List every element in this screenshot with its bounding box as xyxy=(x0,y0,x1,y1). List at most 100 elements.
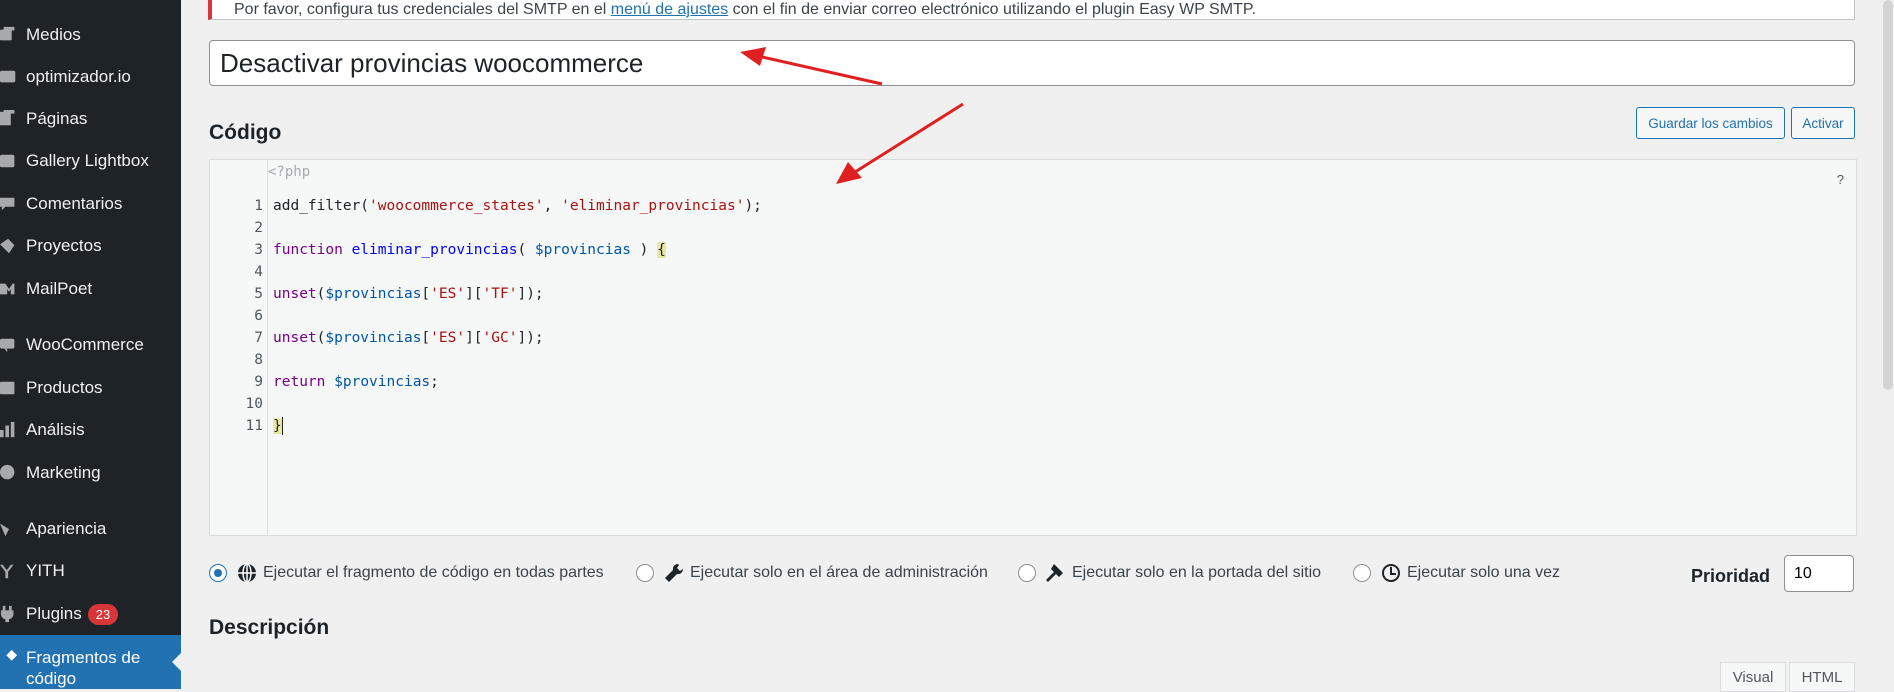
radio-button[interactable] xyxy=(636,564,654,582)
sidebar-item-label: Medios xyxy=(26,25,81,44)
globe-icon xyxy=(237,563,257,583)
scope-option-frontend[interactable]: Ejecutar solo en la portada del sitio xyxy=(1018,563,1321,583)
sidebar-item-medios[interactable]: Medios xyxy=(0,15,181,55)
line-number: 10 xyxy=(245,396,263,412)
sidebar-item-gallery-lightbox[interactable]: Gallery Lightbox xyxy=(0,141,181,181)
scope-option-label: Ejecutar solo en el área de administraci… xyxy=(690,564,988,581)
activate-button[interactable]: Activar xyxy=(1791,107,1855,139)
gallery-icon xyxy=(0,150,26,172)
radio-button[interactable] xyxy=(1353,564,1371,582)
smtp-notice: Por favor, configura tus credenciales de… xyxy=(208,0,1855,20)
scrollbar-thumb[interactable] xyxy=(1883,0,1893,390)
sidebar-item-mailpoet[interactable]: MailPoet xyxy=(0,269,181,309)
sidebar-item-label: Fragmentos de código xyxy=(26,648,141,688)
line-number: 5 xyxy=(254,286,263,302)
marketing-icon xyxy=(0,462,26,484)
pages-icon xyxy=(0,108,26,130)
save-changes-button[interactable]: Guardar los cambios xyxy=(1636,107,1785,139)
code-text: unset($provincias['ES']['GC']); xyxy=(273,330,544,346)
code-line: 1 add_filter('woocommerce_states', 'elim… xyxy=(210,195,1856,217)
sidebar-item-label: MailPoet xyxy=(26,279,93,298)
notice-suffix: con el fin de enviar correo electrónico … xyxy=(728,1,1256,18)
sidebar-item-apariencia[interactable]: Apariencia xyxy=(0,509,181,549)
sidebar-item-productos[interactable]: Productos xyxy=(0,368,181,408)
yith-icon xyxy=(0,560,26,582)
code-line: 7 unset($provincias['ES']['GC']); xyxy=(210,327,1856,349)
snippet-title-input[interactable] xyxy=(209,40,1855,86)
sidebar-item-label: Plugins xyxy=(26,604,82,623)
sidebar-item-comentarios[interactable]: Comentarios xyxy=(0,184,181,224)
sidebar-item-proyectos[interactable]: Proyectos xyxy=(0,226,181,266)
mailpoet-icon xyxy=(0,278,26,300)
scope-option-admin[interactable]: Ejecutar solo en el área de administraci… xyxy=(636,563,988,583)
line-number: 6 xyxy=(254,308,263,324)
appearance-icon xyxy=(0,518,26,540)
tab-html[interactable]: HTML xyxy=(1789,662,1855,692)
sidebar-item-label: Proyectos xyxy=(26,236,102,255)
sidebar-item-label: Análisis xyxy=(26,420,85,439)
scope-option-once[interactable]: Ejecutar solo una vez xyxy=(1353,563,1560,583)
line-number: 8 xyxy=(254,352,263,368)
code-text: add_filter('woocommerce_states', 'elimin… xyxy=(273,198,762,214)
plugins-icon xyxy=(0,603,26,625)
settings-menu-link[interactable]: menú de ajustes xyxy=(611,1,728,18)
code-editor[interactable]: <?php ? 1 add_filter('woocommerce_states… xyxy=(209,159,1857,536)
sidebar-item-label: Marketing xyxy=(26,463,101,482)
hammer-icon xyxy=(1046,563,1066,583)
line-number: 7 xyxy=(254,330,263,346)
code-line: 3 function eliminar_provincias( $provinc… xyxy=(210,239,1856,261)
products-icon xyxy=(0,377,26,399)
line-number: 1 xyxy=(254,198,263,214)
priority-input[interactable] xyxy=(1784,555,1854,592)
tab-visual[interactable]: Visual xyxy=(1720,662,1786,692)
code-line: 10 xyxy=(210,393,1856,415)
line-number: 4 xyxy=(254,264,263,280)
code-line: 5 unset($provincias['ES']['TF']); xyxy=(210,283,1856,305)
sidebar-item-label: Productos xyxy=(26,378,103,397)
admin-sidebar: Medios optimizador.io Páginas Gallery Li… xyxy=(0,0,181,689)
sidebar-item-analisis[interactable]: Análisis xyxy=(0,410,181,450)
code-text: return $provincias; xyxy=(273,374,439,390)
line-number: 9 xyxy=(254,374,263,390)
radio-button-checked[interactable] xyxy=(209,564,227,582)
notice-text: Por favor, configura tus credenciales de… xyxy=(234,1,1256,19)
sidebar-item-label: WooCommerce xyxy=(26,335,144,354)
projects-icon xyxy=(0,235,26,257)
code-snippets-icon xyxy=(0,647,26,669)
php-open-tag: <?php xyxy=(268,164,311,180)
line-number: 2 xyxy=(254,220,263,236)
sidebar-item-woocommerce[interactable]: WooCommerce xyxy=(0,325,181,365)
sidebar-item-fragmentos-de-codigo[interactable]: Fragmentos de código xyxy=(0,635,181,689)
media-icon xyxy=(0,24,26,46)
woocommerce-icon xyxy=(0,334,26,356)
sidebar-item-label: Apariencia xyxy=(26,519,107,538)
sidebar-item-yith[interactable]: YITH xyxy=(0,551,181,591)
analytics-icon xyxy=(0,419,26,441)
line-number: 11 xyxy=(245,418,263,434)
comments-icon xyxy=(0,193,26,215)
scope-option-label: Ejecutar solo en la portada del sitio xyxy=(1072,564,1322,581)
priority-label: Prioridad xyxy=(1691,566,1771,586)
sidebar-item-plugins[interactable]: Plugins 23 xyxy=(0,594,181,634)
text-cursor xyxy=(281,417,283,435)
optimizer-icon xyxy=(0,66,26,88)
editor-help-link[interactable]: ? xyxy=(1837,172,1844,187)
wrench-icon xyxy=(664,563,684,583)
page-scrollbar[interactable] xyxy=(1882,0,1894,687)
clock-icon xyxy=(1381,563,1401,583)
code-line: 9 return $provincias; xyxy=(210,371,1856,393)
code-text: } xyxy=(273,417,283,435)
sidebar-item-label: optimizador.io xyxy=(26,67,131,86)
sidebar-item-marketing[interactable]: Marketing xyxy=(0,453,181,493)
scope-option-everywhere[interactable]: Ejecutar el fragmento de código en todas… xyxy=(209,563,604,583)
code-line: 8 xyxy=(210,349,1856,371)
code-line: 6 xyxy=(210,305,1856,327)
description-heading: Descripción xyxy=(209,616,330,639)
sidebar-item-paginas[interactable]: Páginas xyxy=(0,99,181,139)
scope-option-label: Ejecutar solo una vez xyxy=(1407,564,1560,581)
code-line: 4 xyxy=(210,261,1856,283)
sidebar-item-label: Comentarios xyxy=(26,194,123,213)
sidebar-item-optimizador[interactable]: optimizador.io xyxy=(0,57,181,97)
notice-prefix: Por favor, configura tus credenciales de… xyxy=(234,1,611,18)
radio-button[interactable] xyxy=(1018,564,1036,582)
